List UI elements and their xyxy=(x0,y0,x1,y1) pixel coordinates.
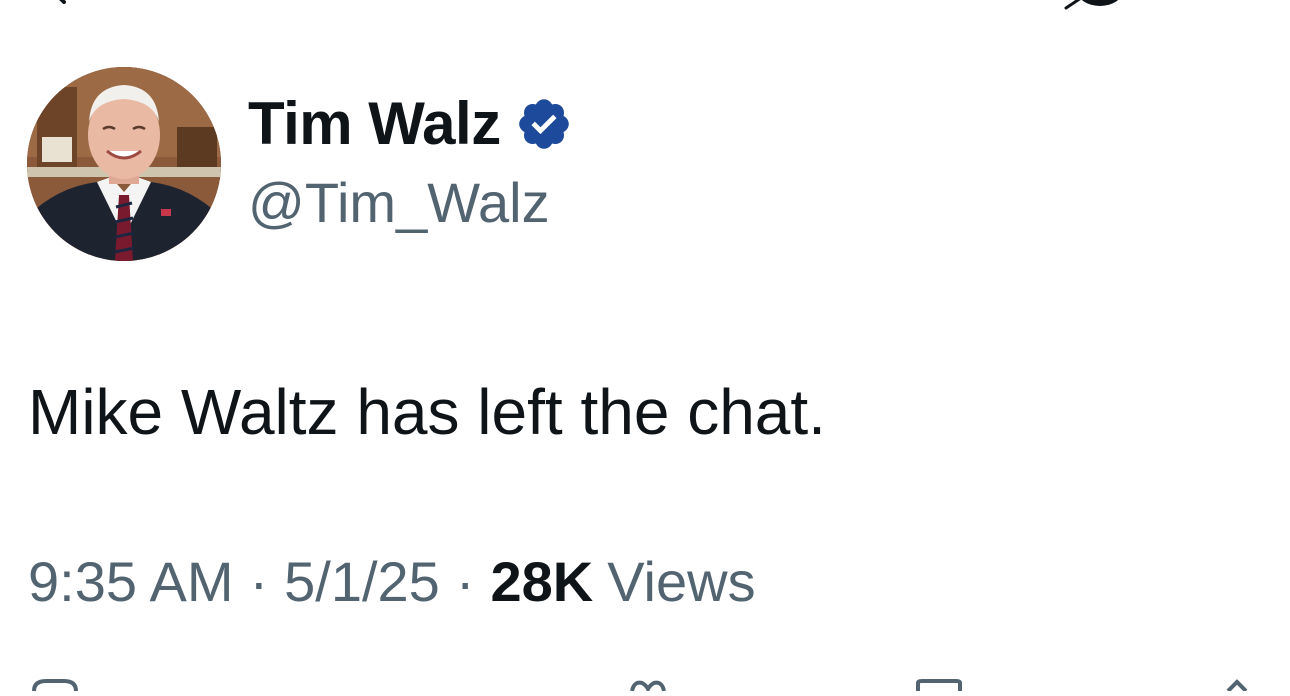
display-name[interactable]: Tim Walz xyxy=(248,88,501,160)
author-info: Tim Walz @Tim_Walz xyxy=(248,88,573,236)
meta-separator: · xyxy=(455,550,475,613)
like-icon[interactable] xyxy=(628,678,668,694)
user-handle[interactable]: @Tim_Walz xyxy=(248,170,573,236)
verified-badge-icon[interactable] xyxy=(515,95,573,153)
tweet-time[interactable]: 9:35 AM xyxy=(28,542,233,622)
back-arrow-icon[interactable] xyxy=(40,0,74,4)
share-icon[interactable] xyxy=(1222,678,1252,693)
views-label: Views xyxy=(607,550,756,613)
bookmark-icon[interactable] xyxy=(914,678,964,691)
tweet-date[interactable]: 5/1/25 xyxy=(284,542,440,622)
tweet-meta: 9:35 AM · 5/1/25 · 28K Views xyxy=(28,542,756,622)
views-count: 28K xyxy=(490,550,594,613)
tweet-text: Mike Waltz has left the chat. xyxy=(28,376,826,448)
avatar[interactable] xyxy=(27,67,221,261)
meta-separator: · xyxy=(249,550,269,613)
display-name-row: Tim Walz xyxy=(248,88,573,160)
reply-icon[interactable] xyxy=(30,678,80,692)
grok-icon[interactable] xyxy=(1064,0,1128,12)
